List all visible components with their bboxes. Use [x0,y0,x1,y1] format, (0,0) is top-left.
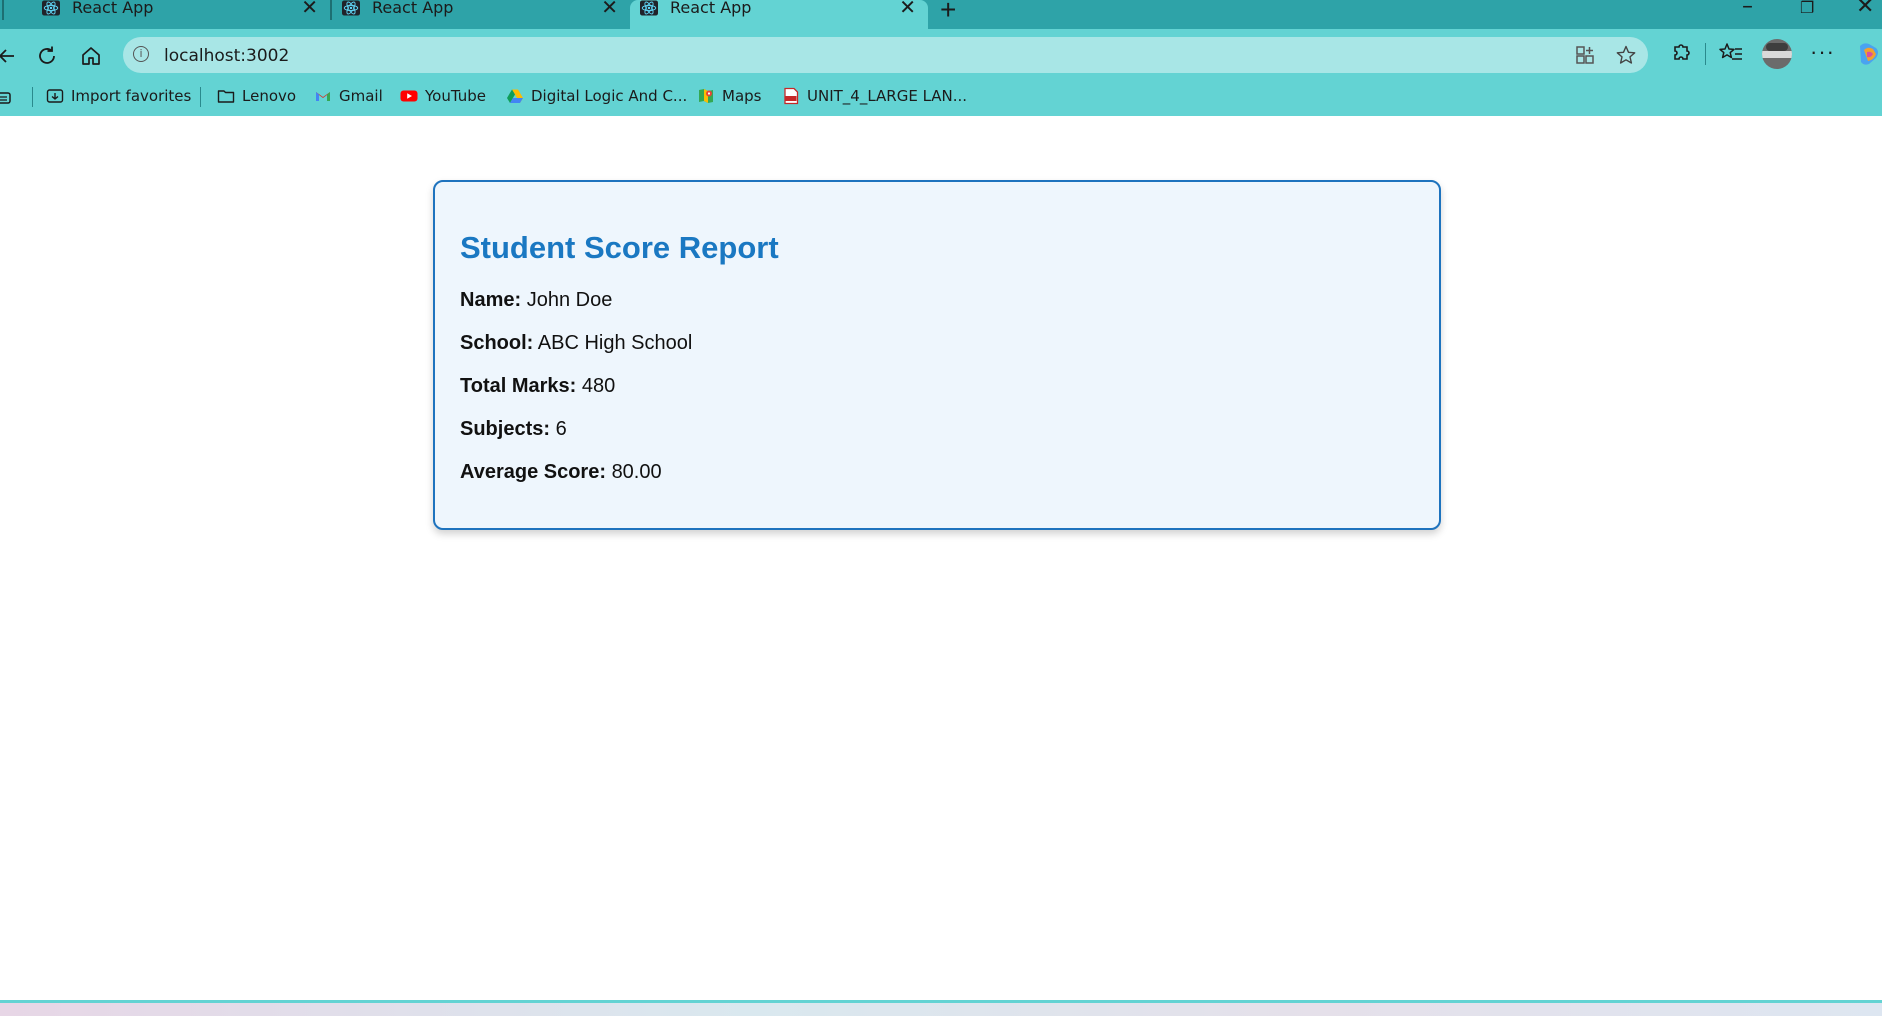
tab-strip: React App ✕ React App ✕ React App ✕ + – … [0,0,1882,29]
address-bar[interactable]: i localhost:3002 [123,37,1648,73]
react-icon [342,0,360,16]
field-label: Average Score: [460,461,606,483]
field-value: 80.00 [611,461,662,483]
bookmark-divider [200,87,201,107]
favorite-star-icon[interactable] [1615,44,1637,66]
bookmark-label: UNIT_4_LARGE LAN... [807,87,968,105]
favorites-icon[interactable] [1718,40,1744,66]
react-icon [42,0,60,16]
collections-icon[interactable] [0,90,14,106]
avatar[interactable] [1762,39,1792,69]
field-value: ABC High School [537,332,693,354]
field-label: Subjects: [460,418,551,440]
minimize-icon[interactable]: – [1742,0,1753,19]
score-report-card: Student Score Report Name: John Doe Scho… [433,180,1441,530]
gmail-icon [316,92,330,101]
refresh-button[interactable] [32,41,62,71]
close-icon[interactable]: ✕ [601,0,618,17]
tab-react-app-3[interactable]: React App ✕ [630,0,928,29]
bookmark-import-favorites[interactable]: Import favorites [46,85,191,107]
field-subjects: Subjects: 6 [460,418,567,441]
youtube-icon [400,90,418,102]
tab-react-app-2[interactable]: React App ✕ [332,0,630,29]
bookmark-youtube[interactable]: YouTube [400,85,486,107]
pdf-icon [784,87,799,105]
field-average-score: Average Score: 80.00 [460,461,662,484]
field-school: School: ABC High School [460,332,692,355]
restore-icon[interactable]: ❐ [1800,0,1814,17]
field-value: 6 [555,418,567,440]
taskbar-edge [0,1000,1882,1016]
bookmark-label: Gmail [339,87,383,105]
tab-react-app-1[interactable]: React App ✕ [32,0,330,29]
back-arrow-icon [0,49,14,63]
toolbar-divider [1705,43,1706,65]
field-label: Name: [460,289,522,311]
bookmark-label: Maps [722,87,762,105]
browser-toolbar: i localhost:3002 ··· Import favorites Le… [0,29,1882,116]
more-options-icon[interactable]: ··· [1810,39,1835,65]
folder-icon [217,90,235,103]
tab-separator [2,0,4,20]
copilot-icon[interactable] [1856,40,1882,68]
field-total-marks: Total Marks: 480 [460,375,615,398]
bookmark-label: Import favorites [71,87,192,105]
home-icon [82,47,100,65]
maps-icon [699,89,713,103]
field-label: Total Marks: [460,375,577,397]
bookmark-label: YouTube [425,87,486,105]
home-button[interactable] [76,41,106,71]
bookmark-divider [32,87,33,107]
react-icon [640,0,658,16]
extensions-icon[interactable] [1668,40,1694,66]
field-label: School: [460,332,534,354]
back-button[interactable] [0,41,22,71]
field-value: 480 [581,375,616,397]
field-name: Name: John Doe [460,289,612,312]
import-icon [46,89,64,103]
bookmark-gmail[interactable]: Gmail [314,85,383,107]
bookmark-maps[interactable]: Maps [697,85,761,107]
page-viewport: Student Score Report Name: John Doe Scho… [0,116,1882,1000]
report-title: Student Score Report [460,230,779,265]
field-value: John Doe [526,289,613,311]
tab-title: React App [372,0,454,17]
bookmark-lenovo[interactable]: Lenovo [217,85,296,107]
bookmarks-bar: Import favorites Lenovo Gmail YouTube Di… [0,79,1882,111]
bookmark-label: Lenovo [242,87,297,105]
tab-title: React App [72,0,154,17]
bookmark-unit4-pdf[interactable]: UNIT_4_LARGE LAN... [782,85,967,107]
bookmark-digital-logic[interactable]: Digital Logic And C... [506,85,687,107]
refresh-icon [39,46,55,64]
site-info-icon[interactable]: i [133,46,149,62]
bookmark-label: Digital Logic And C... [531,87,688,105]
app-available-icon[interactable] [1574,44,1596,66]
address-url[interactable]: localhost:3002 [164,46,289,66]
close-icon[interactable]: ✕ [301,0,318,17]
new-tab-button[interactable]: + [940,0,956,24]
close-window-icon[interactable]: ✕ [1856,0,1874,19]
drive-icon [507,89,523,103]
tab-title: React App [670,0,752,17]
close-icon[interactable]: ✕ [899,0,916,17]
